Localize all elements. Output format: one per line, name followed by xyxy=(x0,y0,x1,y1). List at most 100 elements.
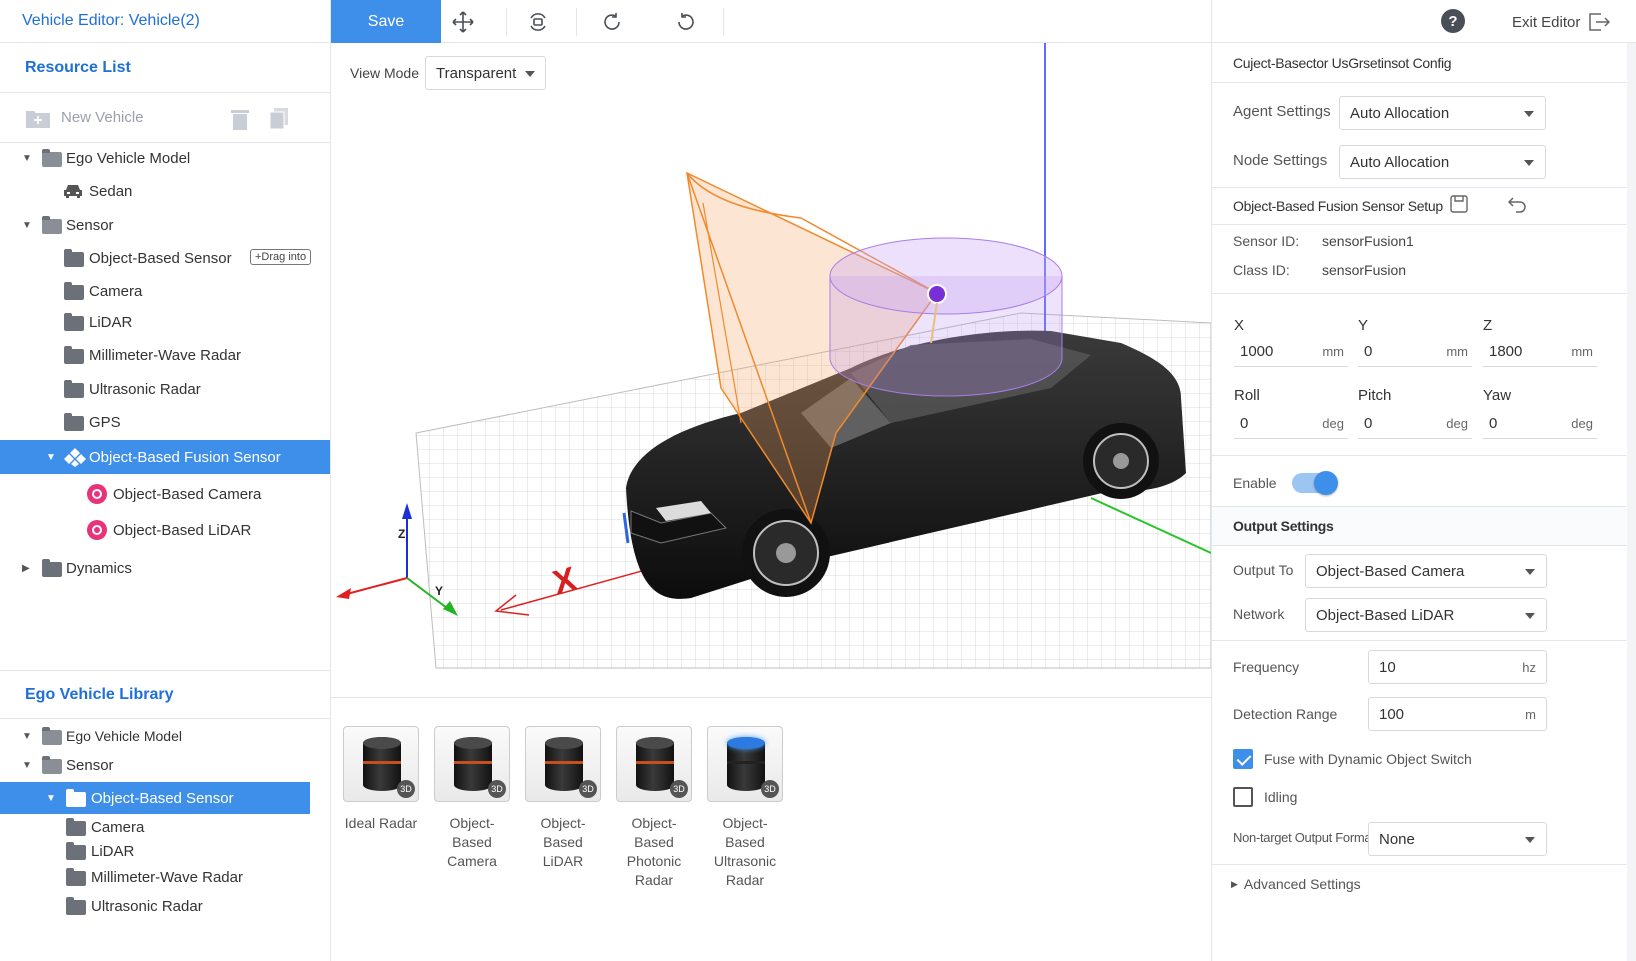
left-panel: Vehicle Editor: Vehicle(2) Resource List… xyxy=(0,0,331,961)
rotate-cw-icon[interactable] xyxy=(598,8,626,36)
position-y-input[interactable]: 0 mm xyxy=(1358,337,1472,367)
3d-viewport[interactable]: X Z Y View Mode Transparent xyxy=(331,43,1211,697)
library-item-ego-vehicle-model[interactable]: ▼ Ego Vehicle Model xyxy=(0,719,330,753)
pitch-input[interactable]: 0 deg xyxy=(1358,409,1472,439)
roll-input[interactable]: 0 deg xyxy=(1234,409,1348,439)
detection-range-input[interactable]: 100 m xyxy=(1368,697,1547,731)
gallery-item-object-based-lidar[interactable]: 3D Object-Based LiDAR xyxy=(525,726,601,871)
tree-item-lidar[interactable]: LiDAR xyxy=(0,305,330,339)
sensor-id-value: sensorFusion1 xyxy=(1322,233,1414,249)
save-config-icon[interactable] xyxy=(1450,195,1468,213)
library-item-lidar[interactable]: LiDAR xyxy=(0,837,330,865)
network-select[interactable]: Object-Based LiDAR xyxy=(1305,598,1547,632)
undo-icon[interactable] xyxy=(1507,195,1527,213)
library-item-label: Sensor xyxy=(66,756,114,774)
library-item-object-based-sensor[interactable]: ▼ Object-Based Sensor xyxy=(0,782,310,814)
yaw-input[interactable]: 0 deg xyxy=(1483,409,1597,439)
tree-item-ego-vehicle-model[interactable]: ▼ Ego Vehicle Model xyxy=(0,141,330,175)
tree-item-gps[interactable]: GPS xyxy=(0,405,330,439)
frequency-input[interactable]: 10 hz xyxy=(1368,650,1547,684)
folder-icon xyxy=(66,842,86,860)
exit-editor-button[interactable]: Exit Editor xyxy=(1512,12,1611,32)
collapse-arrow-icon[interactable]: ▶ xyxy=(22,563,30,574)
delete-icon[interactable] xyxy=(229,107,251,131)
gallery-item-object-based-photonic-radar[interactable]: 3D Object-Based Photonic Radar xyxy=(616,726,692,890)
enable-toggle[interactable] xyxy=(1292,471,1338,495)
scene-canvas[interactable]: X Z Y xyxy=(331,43,1211,697)
section-divider xyxy=(1212,640,1627,641)
tree-item-ultrasonic-radar[interactable]: Ultrasonic Radar xyxy=(0,372,330,406)
section-divider xyxy=(1212,293,1627,294)
output-to-select[interactable]: Object-Based Camera xyxy=(1305,554,1547,588)
expand-arrow-icon[interactable]: ▼ xyxy=(22,153,32,164)
fusion-sensor-marker[interactable] xyxy=(927,284,947,304)
library-item-ultrasonic-radar[interactable]: Ultrasonic Radar xyxy=(0,892,330,920)
tree-item-label: Millimeter-Wave Radar xyxy=(89,346,241,364)
tree-item-object-based-fusion-sensor[interactable]: ▼ Object-Based Fusion Sensor xyxy=(0,440,330,474)
move-tool-icon[interactable] xyxy=(449,8,477,36)
save-button[interactable]: Save xyxy=(331,0,441,43)
expand-arrow-icon[interactable]: ▼ xyxy=(46,793,56,804)
chevron-right-icon: ▶ xyxy=(1231,878,1238,889)
non-target-select[interactable]: None xyxy=(1368,822,1547,856)
expand-arrow-icon[interactable]: ▼ xyxy=(22,731,32,742)
position-x-input[interactable]: 1000 mm xyxy=(1234,337,1348,367)
position-z-input[interactable]: 1800 mm xyxy=(1483,337,1597,367)
idling-checkbox[interactable] xyxy=(1233,787,1253,807)
tree-item-label: Object-Based Sensor xyxy=(89,249,232,267)
sensor-thumbnail[interactable]: 3D xyxy=(616,726,692,802)
tree-item-sedan[interactable]: Sedan xyxy=(0,174,330,208)
tree-item-label: LiDAR xyxy=(89,313,133,331)
new-vehicle-button[interactable]: New Vehicle xyxy=(25,107,144,129)
gallery-item-ideal-radar[interactable]: 3D Ideal Radar xyxy=(343,726,419,833)
resource-toolbar: New Vehicle xyxy=(0,93,330,143)
node-settings-select[interactable]: Auto Allocation xyxy=(1339,145,1546,179)
drag-into-tag[interactable]: +Drag into xyxy=(250,249,312,265)
help-icon[interactable]: ? xyxy=(1441,9,1465,33)
sensor-thumbnail[interactable]: 3D xyxy=(707,726,783,802)
library-item-millimeter-wave-radar[interactable]: Millimeter-Wave Radar xyxy=(0,863,330,891)
agent-settings-select[interactable]: Auto Allocation xyxy=(1339,96,1546,130)
advanced-settings-toggle[interactable]: ▶ Advanced Settings xyxy=(1231,876,1361,892)
view-mode-select[interactable]: Transparent xyxy=(425,56,546,90)
library-item-label: Camera xyxy=(91,818,145,836)
sensor-thumbnail[interactable]: 3D xyxy=(343,726,419,802)
sensor-cylinder-icon xyxy=(363,737,401,791)
gizmo-y-label: Y xyxy=(435,584,443,598)
sensor-target-icon xyxy=(87,484,107,504)
sensor-target-icon xyxy=(87,520,107,540)
agent-settings-label: Agent Settings xyxy=(1233,103,1331,120)
expand-arrow-icon[interactable]: ▼ xyxy=(46,452,56,463)
expand-arrow-icon[interactable]: ▼ xyxy=(22,760,32,771)
folder-icon xyxy=(64,313,84,331)
3d-badge: 3D xyxy=(761,780,779,798)
sensor-cylinder-icon xyxy=(636,737,674,791)
gallery-item-object-based-camera[interactable]: 3D Object-Based Camera xyxy=(434,726,510,871)
idling-label: Idling xyxy=(1264,789,1298,805)
rotate-ccw-icon[interactable] xyxy=(672,8,700,36)
sensor-thumbnail[interactable]: 3D xyxy=(434,726,510,802)
fuse-checkbox[interactable] xyxy=(1233,749,1253,769)
sensor-cylinder-icon xyxy=(727,737,765,791)
tree-item-dynamics[interactable]: ▶ Dynamics xyxy=(0,551,330,585)
sensor-thumbnail[interactable]: 3D xyxy=(525,726,601,802)
right-panel-scrollbar[interactable] xyxy=(1627,43,1636,961)
car-icon xyxy=(64,185,82,198)
library-item-sensor[interactable]: ▼ Sensor xyxy=(0,750,330,780)
tree-item-sensor[interactable]: ▼ Sensor xyxy=(0,208,330,242)
library-title: Ego Vehicle Library xyxy=(0,671,331,719)
copy-icon[interactable] xyxy=(268,107,290,131)
expand-arrow-icon[interactable]: ▼ xyxy=(22,220,32,231)
tree-item-label: Object-Based LiDAR xyxy=(113,521,252,539)
tree-item-object-based-sensor[interactable]: Object-Based Sensor +Drag into xyxy=(0,241,330,275)
folder-icon xyxy=(64,249,84,267)
section-divider xyxy=(1212,455,1627,456)
gallery-item-object-based-ultrasonic-radar[interactable]: 3D Object-Based Ultrasonic Radar xyxy=(707,726,783,890)
camera-reset-icon[interactable] xyxy=(524,8,552,36)
tree-item-object-based-lidar[interactable]: Object-Based LiDAR xyxy=(0,513,330,547)
class-id-value: sensorFusion xyxy=(1322,262,1407,278)
toolbar-divider xyxy=(723,8,724,36)
tree-item-object-based-camera[interactable]: Object-Based Camera xyxy=(0,477,330,511)
tree-item-millimeter-wave-radar[interactable]: Millimeter-Wave Radar xyxy=(0,338,330,372)
tree-item-camera[interactable]: Camera xyxy=(0,274,330,308)
